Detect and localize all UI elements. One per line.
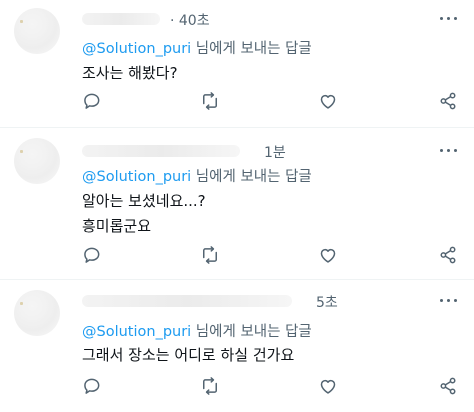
share-icon[interactable] xyxy=(438,91,460,113)
reply-to-line: @Solution_puri 님에게 보내는 답글 xyxy=(82,165,312,186)
avatar[interactable] xyxy=(14,138,60,184)
reply-icon[interactable] xyxy=(82,91,104,113)
blurred-author-name[interactable] xyxy=(82,13,160,25)
tweet-text-line: 그래서 장소는 어디로 하실 건가요 xyxy=(82,346,295,364)
blurred-author-name[interactable] xyxy=(82,145,240,157)
action-bar xyxy=(82,91,460,113)
like-icon[interactable] xyxy=(318,245,340,267)
reply-to-suffix: 님에게 보내는 답글 xyxy=(191,169,312,185)
reply-handle-link[interactable]: @Solution_puri xyxy=(82,324,191,340)
avatar-mark xyxy=(20,302,23,305)
reply-to-suffix: 님에게 보내는 답글 xyxy=(191,324,312,340)
reply-tweet[interactable]: · 40초 @Solution_puri 님에게 보내는 답글 조사는 해봤다? xyxy=(0,0,474,127)
tweet-text-line: 흥미롭군요 xyxy=(82,217,152,235)
reply-icon[interactable] xyxy=(82,245,104,267)
reply-feed: · 40초 @Solution_puri 님에게 보내는 답글 조사는 해봤다? xyxy=(0,0,474,412)
timestamp[interactable]: 5초 xyxy=(316,292,338,312)
reply-to-line: @Solution_puri 님에게 보내는 답글 xyxy=(82,320,312,341)
more-icon[interactable] xyxy=(438,144,460,158)
tweet-text-line: 알아는 보셨네요...? xyxy=(82,192,206,210)
reply-to-suffix: 님에게 보내는 답글 xyxy=(191,41,312,57)
avatar-mark xyxy=(20,20,23,23)
action-bar xyxy=(82,245,460,267)
reply-handle-link[interactable]: @Solution_puri xyxy=(82,41,191,57)
tweet-header: 5초 xyxy=(82,292,460,312)
tweet-text: 조사는 해봤다? xyxy=(82,61,178,86)
reply-icon[interactable] xyxy=(82,376,104,398)
retweet-icon[interactable] xyxy=(200,91,222,113)
avatar[interactable] xyxy=(14,290,60,336)
blurred-author-name[interactable] xyxy=(82,295,292,307)
like-icon[interactable] xyxy=(318,376,340,398)
retweet-icon[interactable] xyxy=(200,376,222,398)
reply-to-line: @Solution_puri 님에게 보내는 답글 xyxy=(82,37,312,58)
avatar[interactable] xyxy=(14,8,60,54)
like-icon[interactable] xyxy=(318,91,340,113)
timestamp[interactable]: 1분 xyxy=(264,142,286,162)
retweet-icon[interactable] xyxy=(200,245,222,267)
more-icon[interactable] xyxy=(438,294,460,308)
reply-handle-link[interactable]: @Solution_puri xyxy=(82,169,191,185)
share-icon[interactable] xyxy=(438,245,460,267)
timestamp[interactable]: · 40초 xyxy=(170,10,210,30)
action-bar xyxy=(82,376,460,398)
tweet-header: · 40초 xyxy=(82,10,460,30)
tweet-text: 알아는 보셨네요...? 흥미롭군요 xyxy=(82,189,206,239)
tweet-header: 1분 xyxy=(82,142,460,162)
avatar-mark xyxy=(20,150,23,153)
tweet-text-line: 조사는 해봤다? xyxy=(82,64,178,82)
tweet-text: 그래서 장소는 어디로 하실 건가요 xyxy=(82,343,294,368)
share-icon[interactable] xyxy=(438,376,460,398)
more-icon[interactable] xyxy=(438,12,460,26)
